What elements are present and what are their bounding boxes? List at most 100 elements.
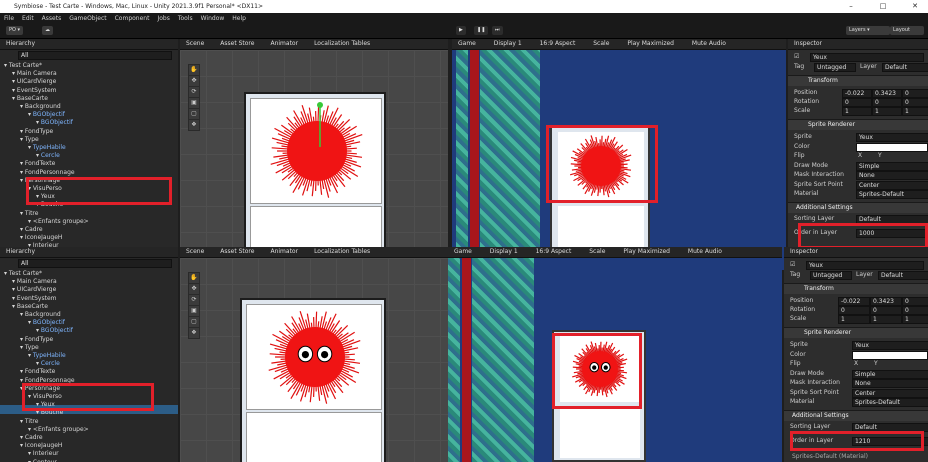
play-icon[interactable]: ▶ [456,26,466,35]
close-icon[interactable]: ✕ [904,0,926,13]
hierarchy-item[interactable]: ▾ UICardVierge [0,78,178,86]
position-y-field[interactable]: 0.3423 [872,89,902,98]
scene-tab[interactable]: Asset Store [220,248,254,255]
hierarchy-item[interactable]: ▾ UICardVierge [0,286,178,294]
game-tab[interactable]: Game [458,40,476,47]
transform-section[interactable]: Transform [788,75,928,86]
hierarchy-item[interactable]: ▾ FondPersonnage [0,169,178,177]
rotation-z-field[interactable]: 0 [902,98,928,107]
account-button[interactable]: PO ▾ [6,26,24,35]
cloud-icon[interactable]: ☁ [42,26,53,35]
step-icon[interactable]: ⏭ [492,26,503,35]
sprite-field[interactable]: Yeux [852,341,928,350]
tag-dropdown[interactable]: Untagged [814,63,856,72]
hierarchy-item[interactable]: ▾ Cercle [0,152,178,160]
active-checkbox[interactable]: ☑ [794,53,799,60]
menu-item[interactable]: Help [232,15,246,22]
hierarchy-item[interactable]: ▾ IconeJaugeH [0,442,178,450]
hierarchy-item[interactable]: ▾ Cadre [0,226,178,234]
sprite-renderer-section[interactable]: Sprite Renderer [784,327,928,338]
scene-tab[interactable]: Scene [186,248,204,255]
scene-view[interactable]: ✋ ✥ ⟳ ▣ ▢ ❖ [180,50,448,270]
scale-tool-icon[interactable]: ▣ [189,306,199,316]
layer-dropdown[interactable]: Default [878,271,928,280]
hierarchy-item[interactable]: ▾ Main Camera [0,70,178,78]
hierarchy-item[interactable]: ▾ Type [0,136,178,144]
hierarchy-item[interactable]: ▾ <Enfants groupe> [0,218,178,226]
game-display-dropdown[interactable]: Display 1 [490,248,518,255]
move-tool-icon[interactable]: ✥ [189,284,199,294]
transform-section[interactable]: Transform [784,283,928,294]
hierarchy-item[interactable]: ▾ Cadre [0,434,178,442]
scale-tool-icon[interactable]: ▣ [189,98,199,108]
menu-item[interactable]: Jobs [157,15,169,22]
rotation-z-field[interactable]: 0 [902,306,928,315]
play-maximized-toggle[interactable]: Play Maximized [627,40,674,47]
object-name-field[interactable]: Yeux [806,261,924,270]
active-checkbox[interactable]: ☑ [790,261,795,268]
rotate-tool-icon[interactable]: ⟳ [189,295,199,305]
scene-tab[interactable]: Animator [270,40,298,47]
menu-item[interactable]: Component [115,15,150,22]
maximize-icon[interactable]: □ [872,0,894,13]
tag-dropdown[interactable]: Untagged [810,271,852,280]
hierarchy-item[interactable]: ▾ IconeJaugeH [0,234,178,242]
hand-tool-icon[interactable]: ✋ [189,273,199,283]
material-field[interactable]: Sprites-Default [856,190,928,199]
additional-settings-section[interactable]: Additional Settings [784,410,928,421]
layers-dropdown[interactable]: Layers ▾ [846,26,890,35]
hierarchy-item[interactable]: ▾ Background [0,103,178,111]
game-tab[interactable]: Game [454,248,472,255]
scene-tab[interactable]: Asset Store [220,40,254,47]
move-tool-icon[interactable]: ✥ [189,76,199,86]
position-z-field[interactable]: 0 [902,297,928,306]
hierarchy-item[interactable]: ▾ BGObjectif [0,111,178,119]
hierarchy-item[interactable]: ▾ Type [0,344,178,352]
scale-z-field[interactable]: 1 [902,315,928,324]
hierarchy-item[interactable]: ▾ FondType [0,336,178,344]
material-footer[interactable]: Sprites-Default (Material) [792,453,868,460]
scale-y-field[interactable]: 1 [870,315,902,324]
hierarchy-item[interactable]: ▾ EventSystem [0,87,178,95]
pause-icon[interactable]: ❚❚ [474,26,489,35]
hierarchy-item[interactable]: ▾ EventSystem [0,295,178,303]
scene-tab[interactable]: Localization Tables [314,40,370,47]
draw-mode-field[interactable]: Simple [856,161,928,171]
scale-z-field[interactable]: 1 [902,107,928,116]
rotation-y-field[interactable]: 0 [872,98,902,107]
hierarchy-item[interactable]: ▾ Test Carte* [0,62,178,70]
sprite-field[interactable]: Yeux [856,133,928,142]
game-scale-slider[interactable]: Scale [593,40,609,47]
inspector-tab[interactable]: Inspector [784,247,928,258]
hierarchy-item[interactable]: ▾ Interieur [0,450,178,458]
minimize-icon[interactable]: – [840,0,862,13]
rotation-x-field[interactable]: 0 [842,98,872,107]
hierarchy-item[interactable]: ▾ BGObjectif [0,327,178,335]
hierarchy-search-input[interactable]: All [18,51,172,60]
hierarchy-item[interactable]: ▾ Titre [0,418,178,426]
rotation-y-field[interactable]: 0 [870,306,902,315]
game-scale-slider[interactable]: Scale [589,248,605,255]
hierarchy-item[interactable]: ▾ FondTexte [0,368,178,376]
game-aspect-dropdown[interactable]: 16:9 Aspect [536,248,572,255]
layer-dropdown[interactable]: Default [882,63,928,72]
hierarchy-item[interactable]: ▾ TypeHabile [0,144,178,152]
scale-y-field[interactable]: 1 [872,107,902,116]
game-display-dropdown[interactable]: Display 1 [494,40,522,47]
flip-x-checkbox[interactable]: X [854,360,858,368]
hierarchy-item[interactable]: ▾ Cercle [0,360,178,368]
scene-tab[interactable]: Animator [270,248,298,255]
flip-y-checkbox[interactable]: Y [878,152,882,160]
hierarchy-item[interactable]: ▾ Main Camera [0,278,178,286]
menu-item[interactable]: Window [201,15,225,22]
sprite-sort-point-field[interactable]: Center [852,388,928,398]
material-field[interactable]: Sprites-Default [852,398,928,407]
scale-x-field[interactable]: 1 [842,107,872,116]
draw-mode-field[interactable]: Simple [852,369,928,379]
hierarchy-item[interactable]: ▾ BGObjectif [0,119,178,127]
hierarchy-item[interactable]: ▾ FondTexte [0,160,178,168]
hierarchy-item[interactable]: ▾ BaseCarte [0,303,178,311]
object-name-field[interactable]: Yeux [810,53,924,62]
rect-tool-icon[interactable]: ▢ [189,317,199,327]
menu-item[interactable]: GameObject [69,15,106,22]
